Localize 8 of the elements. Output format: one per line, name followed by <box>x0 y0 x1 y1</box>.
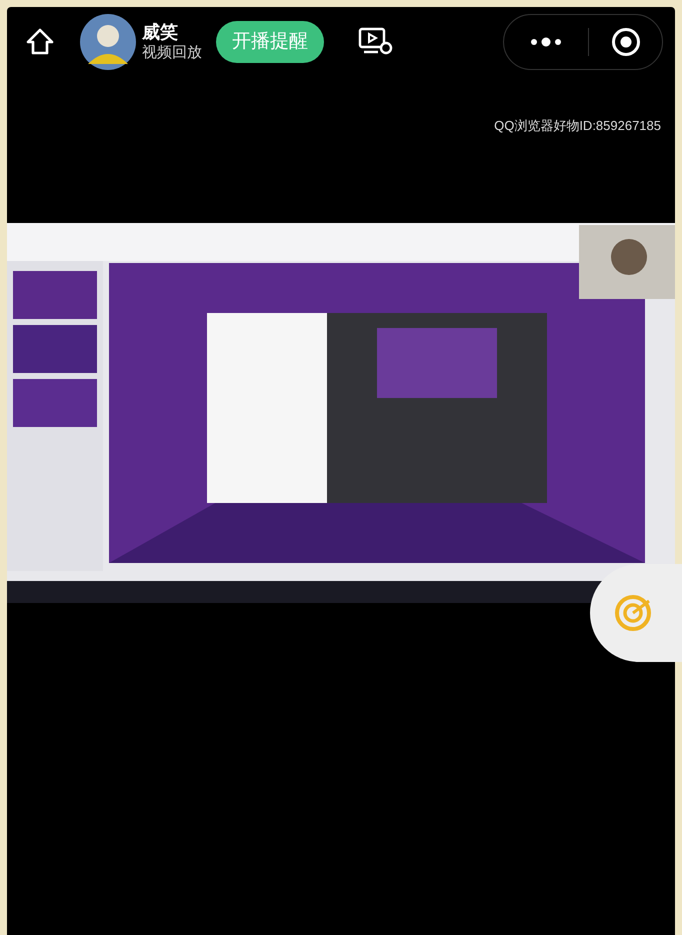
floating-badge[interactable] <box>590 564 682 662</box>
streamer-id-text: QQ浏览器好物ID:859267185 <box>494 117 661 135</box>
replay-label: 视频回放 <box>142 44 202 63</box>
notify-button[interactable]: 开播提醒 <box>216 21 324 63</box>
home-icon[interactable] <box>25 27 55 57</box>
avatar[interactable] <box>80 14 136 70</box>
close-icon[interactable] <box>611 27 641 57</box>
streamer-name: 威笑 <box>142 21 179 44</box>
